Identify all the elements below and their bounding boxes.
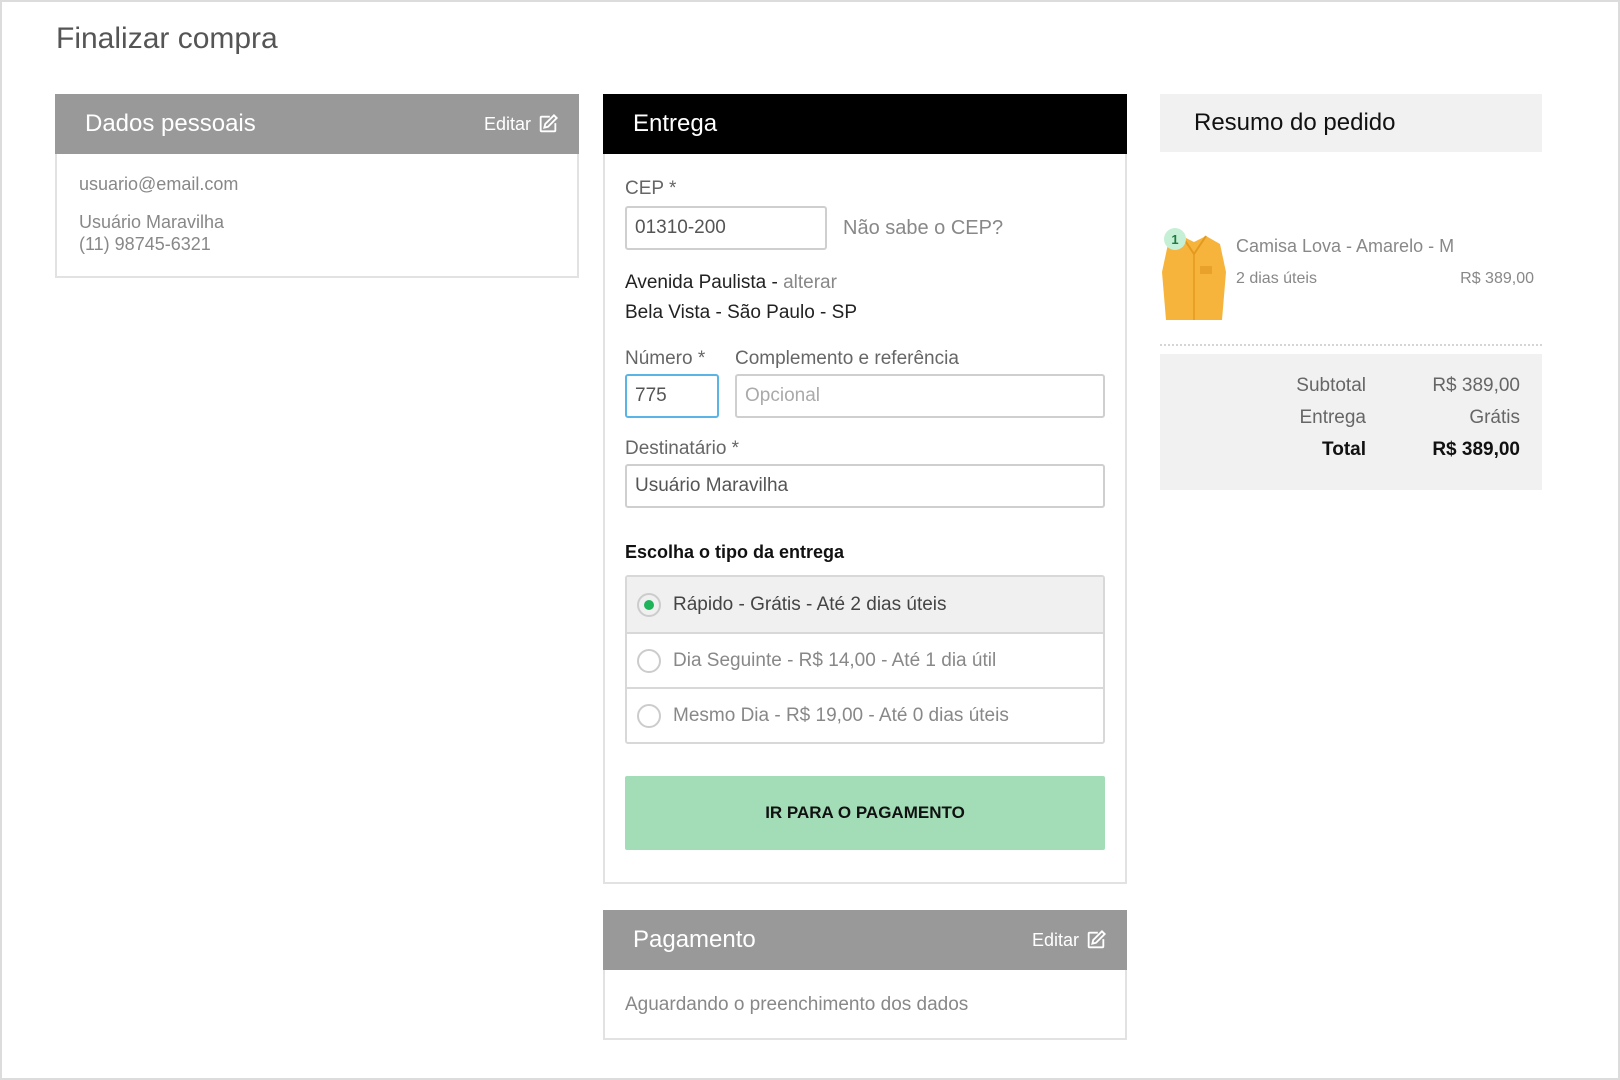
shipping-option-fast[interactable]: Rápido - Grátis - Até 2 dias úteis: [627, 577, 1103, 632]
payment-panel: Pagamento Editar Aguardando o preenchime…: [603, 910, 1127, 1040]
page-title: Finalizar compra: [56, 22, 278, 55]
personal-data-title: Dados pessoais: [85, 110, 256, 137]
subtotal-row: Subtotal R$ 389,00: [1160, 370, 1542, 402]
shipping-label: Entrega: [1299, 407, 1366, 428]
personal-data-panel: Dados pessoais Editar usuario@email.com …: [55, 94, 579, 278]
cep-help-link[interactable]: Não sabe o CEP?: [843, 217, 1003, 240]
user-name: Usuário Maravilha: [79, 212, 225, 232]
total-row: Total R$ 389,00: [1160, 434, 1542, 466]
cep-row: Não sabe o CEP?: [625, 206, 1105, 250]
subtotal-value: R$ 389,00: [1432, 375, 1520, 396]
shipping-option-label: Dia Seguinte - R$ 14,00 - Até 1 dia útil: [673, 649, 997, 671]
address-street-line: Avenida Paulista - alterar: [625, 268, 1105, 298]
go-to-payment-button[interactable]: IR PARA O PAGAMENTO: [625, 776, 1105, 850]
cep-label: CEP *: [625, 178, 677, 199]
shipping-value: Grátis: [1469, 407, 1520, 428]
address-change-link[interactable]: alterar: [783, 272, 837, 293]
delivery-header: Entrega: [603, 94, 1127, 154]
summary-title: Resumo do pedido: [1160, 94, 1542, 152]
number-input[interactable]: [625, 374, 719, 418]
order-summary: Resumo do pedido 1 Camisa Lova - Amarelo…: [1160, 94, 1542, 490]
radio-empty-icon: [637, 648, 661, 673]
complement-input[interactable]: [735, 374, 1105, 418]
total-label: Total: [1322, 439, 1366, 460]
delivery-body: CEP * Não sabe o CEP? Avenida Paulista -…: [605, 178, 1125, 850]
edit-icon: [539, 113, 559, 133]
recipient-group: Destinatário *: [625, 438, 1105, 508]
recipient-input[interactable]: [625, 464, 1105, 508]
delivery-title: Entrega: [633, 110, 718, 137]
shipping-row: Entrega Grátis: [1160, 402, 1542, 434]
item-price: R$ 389,00: [1460, 270, 1534, 287]
shipping-option-next-day[interactable]: Dia Seguinte - R$ 14,00 - Até 1 dia útil: [627, 632, 1103, 687]
recipient-label: Destinatário *: [625, 438, 740, 459]
subtotal-label: Subtotal: [1296, 375, 1366, 396]
personal-data-header: Dados pessoais Editar: [55, 94, 579, 154]
personal-edit-label: Editar: [483, 113, 531, 134]
complement-label: Complemento e referência: [735, 348, 959, 369]
user-phone: (11) 98745-6321: [79, 234, 211, 254]
number-column: Número *: [625, 348, 719, 418]
radio-selected-icon: [637, 592, 661, 617]
user-email: usuario@email.com: [79, 174, 239, 194]
total-value: R$ 389,00: [1432, 439, 1520, 460]
item-delivery-time: 2 dias úteis: [1236, 270, 1317, 287]
shipping-option-label: Rápido - Grátis - Até 2 dias úteis: [673, 593, 947, 615]
delivery-panel: Entrega CEP * Não sabe o CEP? Avenida Pa…: [603, 94, 1127, 884]
number-complement-row: Número * Complemento e referência: [625, 348, 1105, 418]
payment-header: Pagamento Editar: [603, 910, 1127, 970]
cart-item: 1 Camisa Lova - Amarelo - M 2 dias úteis…: [1160, 152, 1542, 320]
address-city-line: Bela Vista - São Paulo - SP: [625, 302, 857, 323]
payment-edit-label: Editar: [1031, 929, 1079, 950]
shipping-option-label: Mesmo Dia - R$ 19,00 - Até 0 dias úteis: [673, 704, 1009, 726]
radio-empty-icon: [637, 703, 661, 728]
payment-status: Aguardando o preenchimento dos dados: [625, 994, 969, 1015]
personal-data-body: usuario@email.com Usuário Maravilha (11)…: [57, 154, 577, 275]
payment-title: Pagamento: [633, 926, 756, 953]
payment-edit-button[interactable]: Editar: [1032, 929, 1107, 951]
summary-divider: [1160, 344, 1542, 346]
cep-input[interactable]: [625, 206, 827, 250]
item-name: Camisa Lova - Amarelo - M: [1236, 236, 1455, 256]
shipping-options: Rápido - Grátis - Até 2 dias úteis Dia S…: [625, 575, 1105, 744]
edit-icon: [1087, 929, 1107, 949]
address-block: Avenida Paulista - alterar Bela Vista - …: [625, 268, 1105, 328]
number-label: Número *: [625, 348, 706, 369]
item-quantity-badge: 1: [1164, 228, 1186, 250]
shipping-title: Escolha o tipo da entrega: [625, 542, 845, 562]
shipping-option-same-day[interactable]: Mesmo Dia - R$ 19,00 - Até 0 dias úteis: [627, 687, 1103, 742]
complement-column: Complemento e referência: [735, 348, 1105, 418]
summary-totals: Subtotal R$ 389,00 Entrega Grátis Total …: [1160, 354, 1542, 490]
address-street: Avenida Paulista -: [625, 272, 778, 293]
personal-edit-button[interactable]: Editar: [484, 113, 559, 135]
